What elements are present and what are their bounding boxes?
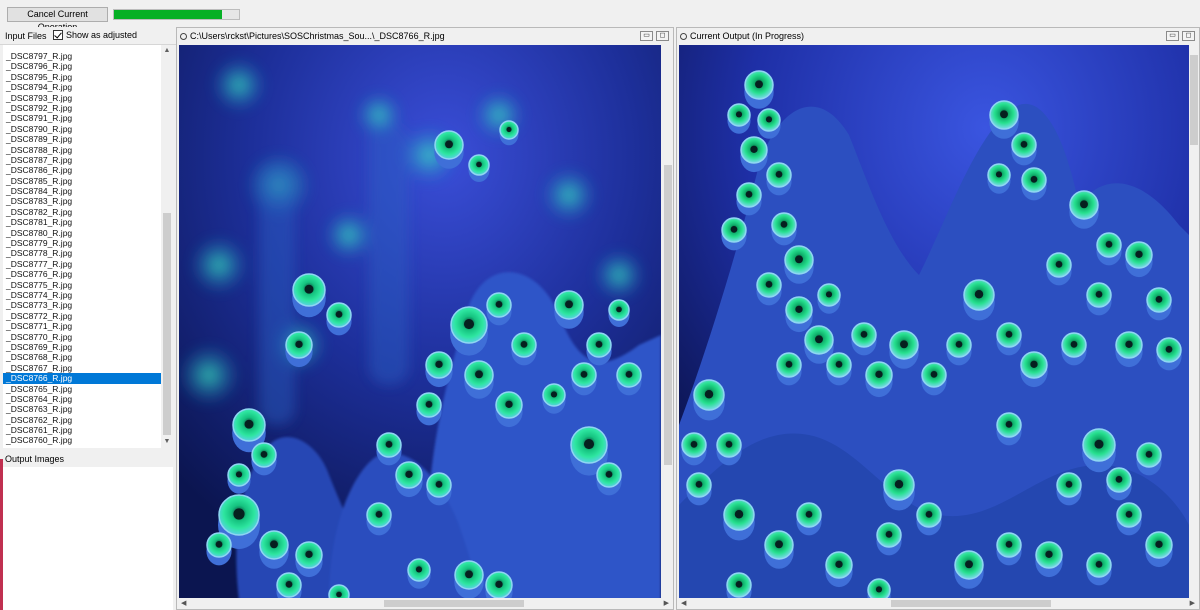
minimize-icon[interactable]: ▭ <box>640 31 653 41</box>
file-list-item[interactable]: _DSC8779_R.jpg <box>3 238 161 248</box>
output-pane-vscroll-thumb[interactable] <box>1190 55 1198 145</box>
source-pane-titlebar: C:\Users\rckst\Pictures\SOSChristmas_Sou… <box>177 28 673 45</box>
output-pane-window-buttons: ▭ ◻ <box>1166 31 1195 41</box>
file-list-item[interactable]: _DSC8787_R.jpg <box>3 155 161 165</box>
file-list-item[interactable]: _DSC8796_R.jpg <box>3 61 161 71</box>
file-list-item[interactable]: _DSC8766_R.jpg <box>3 373 161 384</box>
scroll-left-icon[interactable]: ◀ <box>181 598 186 609</box>
left-edge-strip <box>0 459 3 610</box>
file-list-item[interactable]: _DSC8761_R.jpg <box>3 425 161 435</box>
file-list-scrollbar[interactable]: ▲ ▼ <box>161 45 173 448</box>
file-list-item[interactable]: _DSC8775_R.jpg <box>3 280 161 290</box>
show-adjusted-label: Show as adjusted <box>66 30 138 40</box>
output-images-list[interactable] <box>3 467 173 610</box>
file-list-item[interactable]: _DSC8792_R.jpg <box>3 103 161 113</box>
show-adjusted-checkbox[interactable] <box>53 30 63 40</box>
output-coral-image <box>679 45 1189 600</box>
output-pane-titlebar: Current Output (In Progress) <box>677 28 1199 45</box>
file-list-item[interactable]: _DSC8791_R.jpg <box>3 113 161 123</box>
file-list-item[interactable]: _DSC8781_R.jpg <box>3 217 161 227</box>
file-list-item[interactable]: _DSC8772_R.jpg <box>3 311 161 321</box>
file-list-item[interactable]: _DSC8763_R.jpg <box>3 404 161 414</box>
file-list-item[interactable]: _DSC8770_R.jpg <box>3 332 161 342</box>
output-images-header: Output Images <box>3 453 173 467</box>
input-files-header: Input Files Show as adjusted <box>0 27 176 45</box>
source-image-pane: C:\Users\rckst\Pictures\SOSChristmas_Sou… <box>176 27 674 610</box>
source-coral-image <box>179 45 661 600</box>
file-list-item[interactable]: _DSC8789_R.jpg <box>3 134 161 144</box>
file-list-item[interactable]: _DSC8773_R.jpg <box>3 300 161 310</box>
output-image-viewport[interactable] <box>679 45 1189 600</box>
scroll-right-icon[interactable]: ▶ <box>1190 598 1195 609</box>
source-pane-hscroll-thumb[interactable] <box>384 600 524 607</box>
file-list-item[interactable]: _DSC8764_R.jpg <box>3 394 161 404</box>
file-list-item[interactable]: _DSC8785_R.jpg <box>3 176 161 186</box>
source-image-viewport[interactable] <box>179 45 661 600</box>
file-list-item[interactable]: _DSC8778_R.jpg <box>3 248 161 258</box>
file-list-item[interactable]: _DSC8774_R.jpg <box>3 290 161 300</box>
show-adjusted-toggle[interactable]: Show as adjusted <box>53 30 137 40</box>
output-image-pane: Current Output (In Progress) ▭ ◻ ◀ ▶ <box>676 27 1200 610</box>
scroll-right-icon[interactable]: ▶ <box>664 598 669 609</box>
cancel-operation-button[interactable]: Cancel Current Operation <box>7 7 108 32</box>
file-list-item[interactable]: _DSC8777_R.jpg <box>3 259 161 269</box>
restore-icon[interactable]: ◻ <box>656 31 669 41</box>
file-list-item[interactable]: _DSC8769_R.jpg <box>3 342 161 352</box>
file-list-item[interactable]: _DSC8795_R.jpg <box>3 72 161 82</box>
file-list-item[interactable]: _DSC8786_R.jpg <box>3 165 161 175</box>
file-list-item[interactable]: _DSC8784_R.jpg <box>3 186 161 196</box>
output-pane-hscroll[interactable]: ◀ ▶ <box>679 598 1199 609</box>
file-list-scroll-thumb[interactable] <box>163 213 171 435</box>
file-list-item[interactable]: _DSC8760_R.jpg <box>3 435 161 445</box>
file-list-item[interactable]: _DSC8776_R.jpg <box>3 269 161 279</box>
file-list-item[interactable]: _DSC8783_R.jpg <box>3 196 161 206</box>
output-pane-hscroll-thumb[interactable] <box>891 600 1051 607</box>
file-list-item[interactable]: _DSC8794_R.jpg <box>3 82 161 92</box>
input-file-list[interactable]: _DSC8797_R.jpg _DSC8796_R.jpg _DSC8795_R.j… <box>3 45 173 448</box>
file-list-item[interactable]: _DSC8793_R.jpg <box>3 93 161 103</box>
file-list-item[interactable]: _DSC8780_R.jpg <box>3 228 161 238</box>
restore-icon[interactable]: ◻ <box>1182 31 1195 41</box>
source-pane-hscroll[interactable]: ◀ ▶ <box>179 598 673 609</box>
source-pane-title: C:\Users\rckst\Pictures\SOSChristmas_Sou… <box>190 31 445 41</box>
file-list-item[interactable]: _DSC8767_R.jpg <box>3 363 161 373</box>
progress-bar <box>113 9 240 20</box>
file-list-item[interactable]: _DSC8782_R.jpg <box>3 207 161 217</box>
file-list-item[interactable]: _DSC8790_R.jpg <box>3 124 161 134</box>
file-list-item[interactable]: _DSC8768_R.jpg <box>3 352 161 362</box>
left-panel: Input Files Show as adjusted _DSC8797_R.… <box>0 27 176 610</box>
progress-bar-fill <box>114 10 222 19</box>
top-toolbar: Cancel Current Operation <box>0 0 1200 32</box>
source-pane-vscroll-thumb[interactable] <box>664 165 672 465</box>
file-list-item[interactable]: _DSC8762_R.jpg <box>3 415 161 425</box>
scroll-up-icon[interactable]: ▲ <box>161 45 173 57</box>
output-pane-title: Current Output (In Progress) <box>690 31 805 41</box>
file-list-item[interactable]: _DSC8771_R.jpg <box>3 321 161 331</box>
file-list-items: _DSC8797_R.jpg _DSC8796_R.jpg _DSC8795_R.j… <box>3 51 161 446</box>
source-pane-vscroll[interactable] <box>663 45 673 600</box>
source-pane-window-buttons: ▭ ◻ <box>640 31 669 41</box>
minimize-icon[interactable]: ▭ <box>1166 31 1179 41</box>
output-pane-vscroll[interactable] <box>1189 45 1199 600</box>
pin-icon[interactable] <box>180 33 187 40</box>
file-list-item[interactable]: _DSC8788_R.jpg <box>3 145 161 155</box>
scroll-down-icon[interactable]: ▼ <box>161 436 173 448</box>
file-list-item[interactable]: _DSC8797_R.jpg <box>3 51 161 61</box>
file-list-item[interactable]: _DSC8765_R.jpg <box>3 384 161 394</box>
pin-icon[interactable] <box>680 33 687 40</box>
input-files-label: Input Files <box>5 31 47 41</box>
scroll-left-icon[interactable]: ◀ <box>681 598 686 609</box>
